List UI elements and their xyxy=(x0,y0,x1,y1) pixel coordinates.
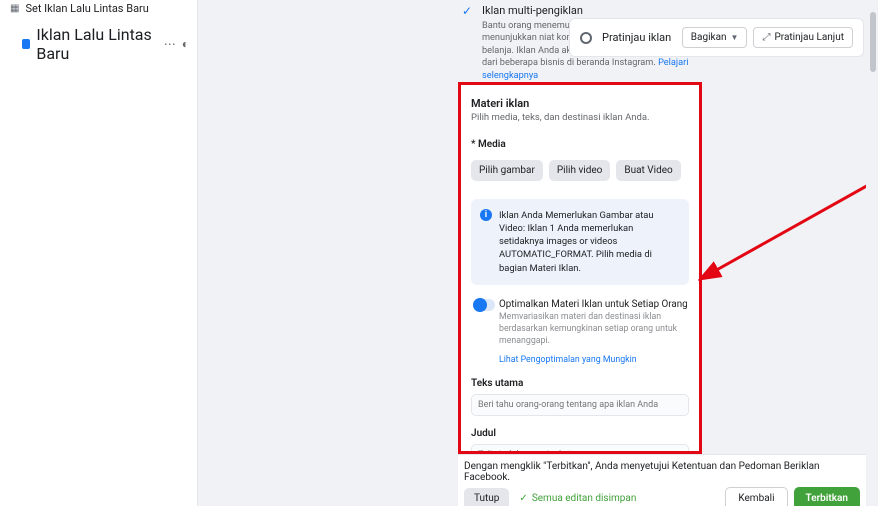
chevron-down-icon: ▼ xyxy=(731,33,739,42)
multi-title: Iklan multi-pengiklan xyxy=(482,4,700,17)
optimize-link[interactable]: Lihat Pengoptimalan yang Mungkin xyxy=(499,355,637,365)
saved-status: ✓ Semua editan disimpan xyxy=(519,493,636,504)
toggle-panel-icon[interactable]: ◐ xyxy=(182,37,189,51)
create-video-button[interactable]: Buat Video xyxy=(616,160,680,181)
card-subtitle: Pilih media, teks, dan destinasi iklan A… xyxy=(471,112,689,123)
optimize-title: Optimalkan Materi Iklan untuk Setiap Ora… xyxy=(499,299,689,310)
share-button[interactable]: Bagikan ▼ xyxy=(682,27,748,48)
left-sidebar: ▦ Set Iklan Lalu Lintas Baru Iklan Lalu … xyxy=(0,0,198,506)
optimize-creative-row: Optimalkan Materi Iklan untuk Setiap Ora… xyxy=(471,299,689,367)
expand-icon: ⤢ xyxy=(762,32,770,43)
more-icon[interactable]: ⋯ xyxy=(164,37,176,51)
annotation-arrow xyxy=(698,140,878,290)
media-section-label: Media xyxy=(471,139,689,150)
preview-pane: Pratinjau iklan Bagikan ▼ ⤢ Pratinjau La… xyxy=(569,18,864,57)
preview-label: Pratinjau iklan xyxy=(602,31,671,44)
publish-button[interactable]: Terbitkan xyxy=(794,487,861,506)
close-button[interactable]: Tutup xyxy=(464,488,509,506)
ad-creative-card: Materi iklan Pilih media, teks, dan dest… xyxy=(458,82,702,454)
sidebar-parent-label: Set Iklan Lalu Lintas Baru xyxy=(25,2,148,15)
sidebar-item-adset[interactable]: ▦ Set Iklan Lalu Lintas Baru xyxy=(0,0,197,19)
preview-status-icon xyxy=(580,32,592,44)
primary-text-label: Teks utama xyxy=(471,378,689,389)
primary-text-input[interactable] xyxy=(471,394,689,416)
headline-input[interactable] xyxy=(471,444,689,454)
media-required-info: i Iklan Anda Memerlukan Gambar atau Vide… xyxy=(471,199,689,285)
grid-icon: ▦ xyxy=(10,3,19,14)
sidebar-item-ad[interactable]: Iklan Lalu Lintas Baru ⋯ ◐ xyxy=(0,25,197,63)
footer-bar: Dengan mengklik "Terbitkan", Anda menyet… xyxy=(458,454,866,506)
main-panel: ✓ Iklan multi-pengiklan Bantu orang mene… xyxy=(198,0,878,506)
info-icon: i xyxy=(480,209,492,221)
advanced-preview-button[interactable]: ⤢ Pratinjau Lanjut xyxy=(753,27,853,48)
check-icon: ✓ xyxy=(462,4,472,18)
headline-label: Judul xyxy=(471,428,689,439)
optimize-toggle[interactable] xyxy=(473,299,495,311)
ad-icon xyxy=(22,39,30,49)
back-button[interactable]: Kembali xyxy=(725,487,787,506)
optimize-desc: Memvariasikan materi dan destinasi iklan… xyxy=(499,312,689,348)
preview-bar: Pratinjau iklan Bagikan ▼ ⤢ Pratinjau La… xyxy=(569,18,864,57)
card-title: Materi iklan xyxy=(471,97,689,110)
scrollbar[interactable] xyxy=(866,0,878,506)
sidebar-child-label: Iklan Lalu Lintas Baru xyxy=(36,25,163,63)
check-icon: ✓ xyxy=(519,493,527,504)
select-video-button[interactable]: Pilih video xyxy=(549,160,611,181)
publish-notice: Dengan mengklik "Terbitkan", Anda menyet… xyxy=(458,455,866,483)
select-image-button[interactable]: Pilih gambar xyxy=(471,160,543,181)
